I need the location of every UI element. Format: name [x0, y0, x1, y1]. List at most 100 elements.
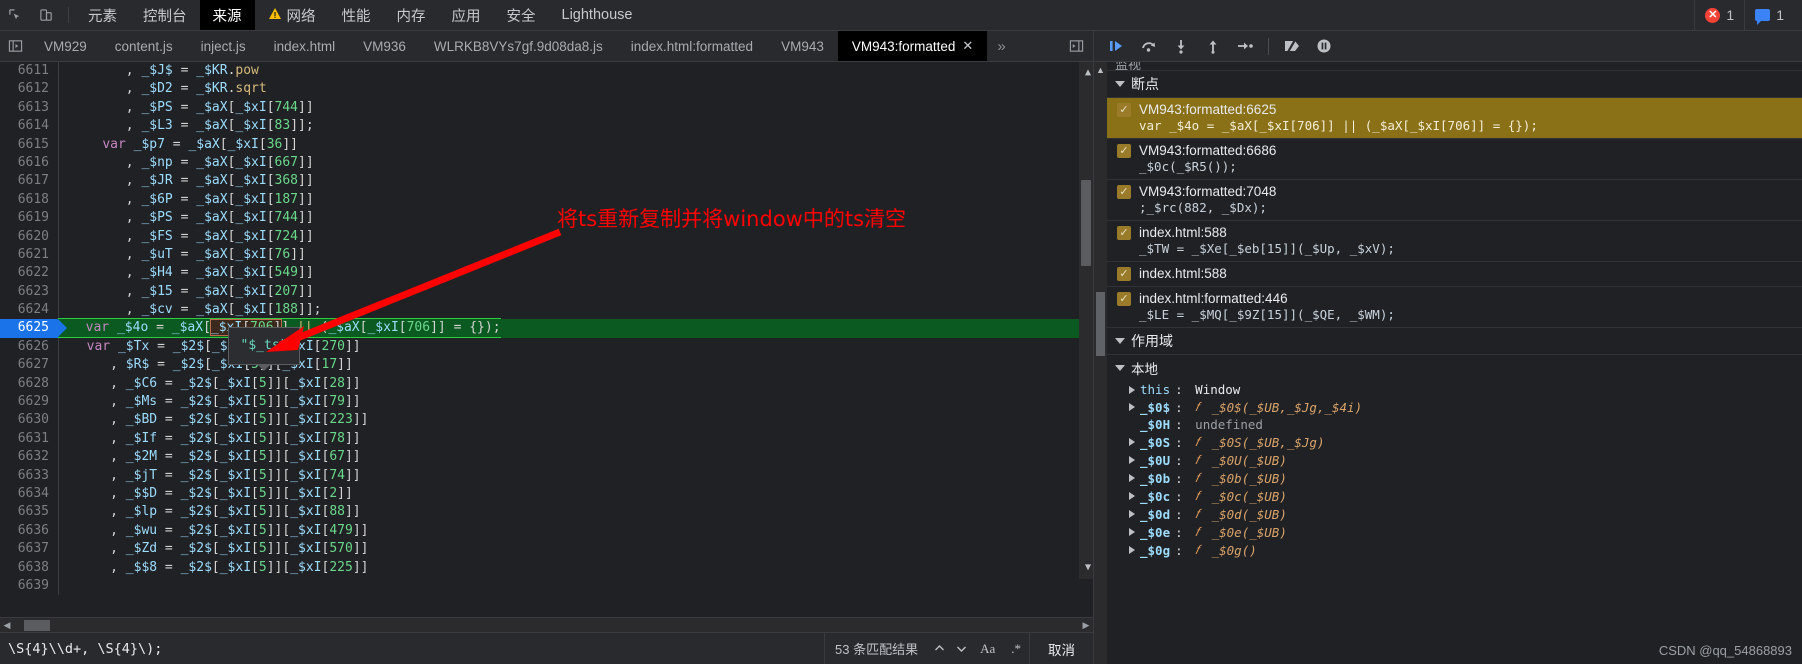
device-toolbar-icon[interactable]: [31, 0, 62, 30]
tab-network[interactable]: 网络: [255, 0, 329, 30]
file-tab-wlrkb-js[interactable]: WLRKB8VYs7gf.9d08da8.js: [420, 31, 617, 61]
code-line-execution-highlight[interactable]: 6625 var _$4o = _$aX[_$xI[706]] || (_$aX…: [0, 318, 1093, 338]
code-line[interactable]: 6619 , _$PS = _$aX[_$xI[744]]: [0, 209, 1093, 228]
more-tabs-icon[interactable]: »: [987, 31, 1015, 61]
chevron-right-icon[interactable]: [1129, 492, 1135, 500]
chevron-right-icon[interactable]: [1129, 438, 1135, 446]
watch-section-header[interactable]: 监视: [1107, 62, 1802, 71]
code-line[interactable]: 6611 , _$J$ = _$KR.pow: [0, 62, 1093, 81]
tab-lighthouse[interactable]: Lighthouse: [549, 0, 646, 30]
code-line[interactable]: 6632 , _$2M = _$2$[_$xI[5]][_$xI[67]]: [0, 448, 1093, 467]
code-line[interactable]: 6623 , _$15 = _$aX[_$xI[207]]: [0, 282, 1093, 302]
breakpoint-checkbox[interactable]: ✓: [1117, 102, 1131, 117]
pause-on-exceptions-button[interactable]: [1309, 31, 1339, 62]
code-line[interactable]: 6616 , _$np = _$aX[_$xI[667]]: [0, 153, 1093, 173]
cancel-search-button[interactable]: 取消: [1029, 632, 1093, 664]
code-line[interactable]: 6638 , _$$8 = _$2$[_$xI[5]][_$xI[225]]: [0, 558, 1093, 577]
file-tab-vm929[interactable]: VM929: [30, 31, 101, 61]
code-line[interactable]: 6635 , _$lp = _$2$[_$xI[5]][_$xI[88]]: [0, 503, 1093, 522]
scope-variable-row[interactable]: this: Window: [1107, 381, 1802, 398]
code-line[interactable]: 6628 , _$C6 = _$2$[_$xI[5]][_$xI[28]]: [0, 374, 1093, 394]
breakpoint-checkbox[interactable]: ✓: [1117, 143, 1131, 158]
error-count-badge[interactable]: ✕ 1: [1694, 0, 1744, 31]
code-line[interactable]: 6631 , _$If = _$2$[_$xI[5]][_$xI[78]]: [0, 429, 1093, 449]
code-line[interactable]: 6618 , _$6P = _$aX[_$xI[187]]: [0, 190, 1093, 210]
chevron-right-icon[interactable]: [1129, 528, 1135, 536]
tab-application[interactable]: 应用: [439, 0, 494, 30]
scope-variable-row[interactable]: _$0e: 𝑓 _$0e(_$UB): [1107, 523, 1802, 541]
code-line[interactable]: 6629 , _$Ms = _$2$[_$xI[5]][_$xI[79]]: [0, 393, 1093, 412]
breakpoint-checkbox[interactable]: ✓: [1117, 291, 1131, 306]
breakpoint-item[interactable]: ✓ index.html:588 _$TW = _$Xe[_$eb[15]](_…: [1107, 221, 1802, 262]
scroll-left-icon[interactable]: ◀: [0, 620, 14, 631]
step-out-of-current-function-button[interactable]: [1198, 31, 1228, 62]
code-line[interactable]: 6626 var _$Tx = _$2$[_$xI[5]][_$xI[270]]: [0, 337, 1093, 357]
code-line[interactable]: 6639: [0, 576, 1093, 596]
scroll-up-icon[interactable]: ▲: [1096, 65, 1105, 75]
chevron-right-icon[interactable]: [1129, 385, 1135, 394]
code-line[interactable]: 6634 , _$$D = _$2$[_$xI[5]][_$xI[2]]: [0, 484, 1093, 504]
breakpoint-item[interactable]: ✓ VM943:formatted:7048 ;_$rc(882, _$Dx);: [1107, 180, 1802, 221]
code-line[interactable]: 6620 , _$FS = _$aX[_$xI[724]]: [0, 227, 1093, 246]
file-tab-vm936[interactable]: VM936: [349, 31, 420, 61]
scope-variable-row[interactable]: _$0$: 𝑓 _$0$(_$UB,_$Jg,_$4i): [1107, 398, 1802, 416]
editor-vertical-scrollbar[interactable]: ▲ ▼: [1079, 62, 1093, 579]
chevron-right-icon[interactable]: [1129, 403, 1135, 411]
breakpoint-checkbox[interactable]: ✓: [1117, 184, 1131, 199]
scope-variable-row[interactable]: _$0c: 𝑓 _$0c(_$UB): [1107, 487, 1802, 505]
editor-horizontal-scrollbar[interactable]: ◀ ▶: [0, 617, 1093, 632]
scroll-right-icon[interactable]: ▶: [1079, 620, 1093, 631]
chevron-right-icon[interactable]: [1129, 456, 1135, 464]
tab-sources[interactable]: 来源: [199, 0, 255, 30]
scope-section-header[interactable]: 作用域: [1107, 328, 1802, 355]
tab-elements[interactable]: 元素: [75, 0, 130, 30]
scope-group-local[interactable]: 本地: [1107, 355, 1802, 381]
code-line[interactable]: 6614 , _$L3 = _$aX[_$xI[83]];: [0, 117, 1093, 136]
code-line[interactable]: 6624 , _$cv = _$aX[_$xI[188]];: [0, 301, 1093, 320]
scope-variable-row[interactable]: _$0g: 𝑓 _$0g(): [1107, 541, 1802, 559]
breakpoint-checkbox[interactable]: ✓: [1117, 225, 1131, 240]
tab-security[interactable]: 安全: [494, 0, 549, 30]
message-count-badge[interactable]: 1: [1744, 0, 1794, 31]
chevron-right-icon[interactable]: [1129, 546, 1135, 554]
scope-variable-row[interactable]: _$0U: 𝑓 _$0U(_$UB): [1107, 451, 1802, 469]
tab-performance[interactable]: 性能: [329, 0, 384, 30]
close-icon[interactable]: ✕: [962, 38, 973, 54]
deactivate-breakpoints-button[interactable]: [1277, 31, 1307, 62]
file-tab-inject-js[interactable]: inject.js: [187, 31, 260, 61]
step-button[interactable]: [1230, 31, 1260, 62]
scope-variable-row[interactable]: _$0S: 𝑓 _$0S(_$UB,_$Jg): [1107, 433, 1802, 451]
breakpoint-item[interactable]: ✓ index.html:formatted:446 _$LE = _$MQ[_…: [1107, 287, 1802, 328]
search-prev-button[interactable]: [928, 633, 950, 664]
breakpoint-item[interactable]: ✓ VM943:formatted:6686 _$0c(_$R5());: [1107, 139, 1802, 180]
chevron-right-icon[interactable]: [1129, 474, 1135, 482]
breakpoints-section-header[interactable]: 断点: [1107, 71, 1802, 98]
step-over-next-function-call-button[interactable]: [1134, 31, 1164, 62]
step-into-next-function-call-button[interactable]: [1166, 31, 1196, 62]
breakpoint-checkbox[interactable]: ✓: [1117, 266, 1131, 281]
scrollbar-thumb[interactable]: [1081, 180, 1091, 266]
sidebar-scrollbar[interactable]: ▲: [1094, 62, 1107, 664]
tab-memory[interactable]: 内存: [384, 0, 439, 30]
code-line[interactable]: 6627 , $R$ = _$2$[_$xI[5]][_$xI[17]]: [0, 356, 1093, 375]
code-line[interactable]: 6621 , _$uT = _$aX[_$xI[76]]: [0, 245, 1093, 265]
code-line[interactable]: 6637 , _$Zd = _$2$[_$xI[5]][_$xI[570]]: [0, 540, 1093, 559]
code-line[interactable]: 6612 , _$D2 = _$KR.sqrt: [0, 80, 1093, 99]
file-tab-index-html[interactable]: index.html: [260, 31, 350, 61]
file-tab-vm943-formatted[interactable]: VM943:formatted ✕: [837, 31, 988, 61]
code-line[interactable]: 6617 , _$JR = _$aX[_$xI[368]]: [0, 172, 1093, 191]
code-line[interactable]: 6636 , _$wu = _$2$[_$xI[5]][_$xI[479]]: [0, 521, 1093, 541]
chevron-right-icon[interactable]: [1129, 510, 1135, 518]
file-tab-vm943[interactable]: VM943: [767, 31, 838, 61]
regex-toggle[interactable]: .*: [1003, 633, 1029, 664]
file-tab-content-js[interactable]: content.js: [101, 31, 187, 61]
scope-variable-row[interactable]: _$0d: 𝑓 _$0d(_$UB): [1107, 505, 1802, 523]
breakpoint-item[interactable]: ✓ index.html:588: [1107, 262, 1802, 287]
show-debugger-sidebar-icon[interactable]: [1059, 31, 1093, 61]
inspect-element-icon[interactable]: [0, 0, 31, 30]
breakpoint-item[interactable]: ✓ VM943:formatted:6625 var _$4o = _$aX[_…: [1107, 98, 1802, 139]
code-line[interactable]: 6615 var _$p7 = _$aX[_$xI[36]]: [0, 135, 1093, 154]
scroll-down-icon[interactable]: ▼: [1085, 559, 1091, 577]
scope-variable-row[interactable]: _$0b: 𝑓 _$0b(_$UB): [1107, 469, 1802, 487]
code-line[interactable]: 6613 , _$PS = _$aX[_$xI[744]]: [0, 98, 1093, 118]
